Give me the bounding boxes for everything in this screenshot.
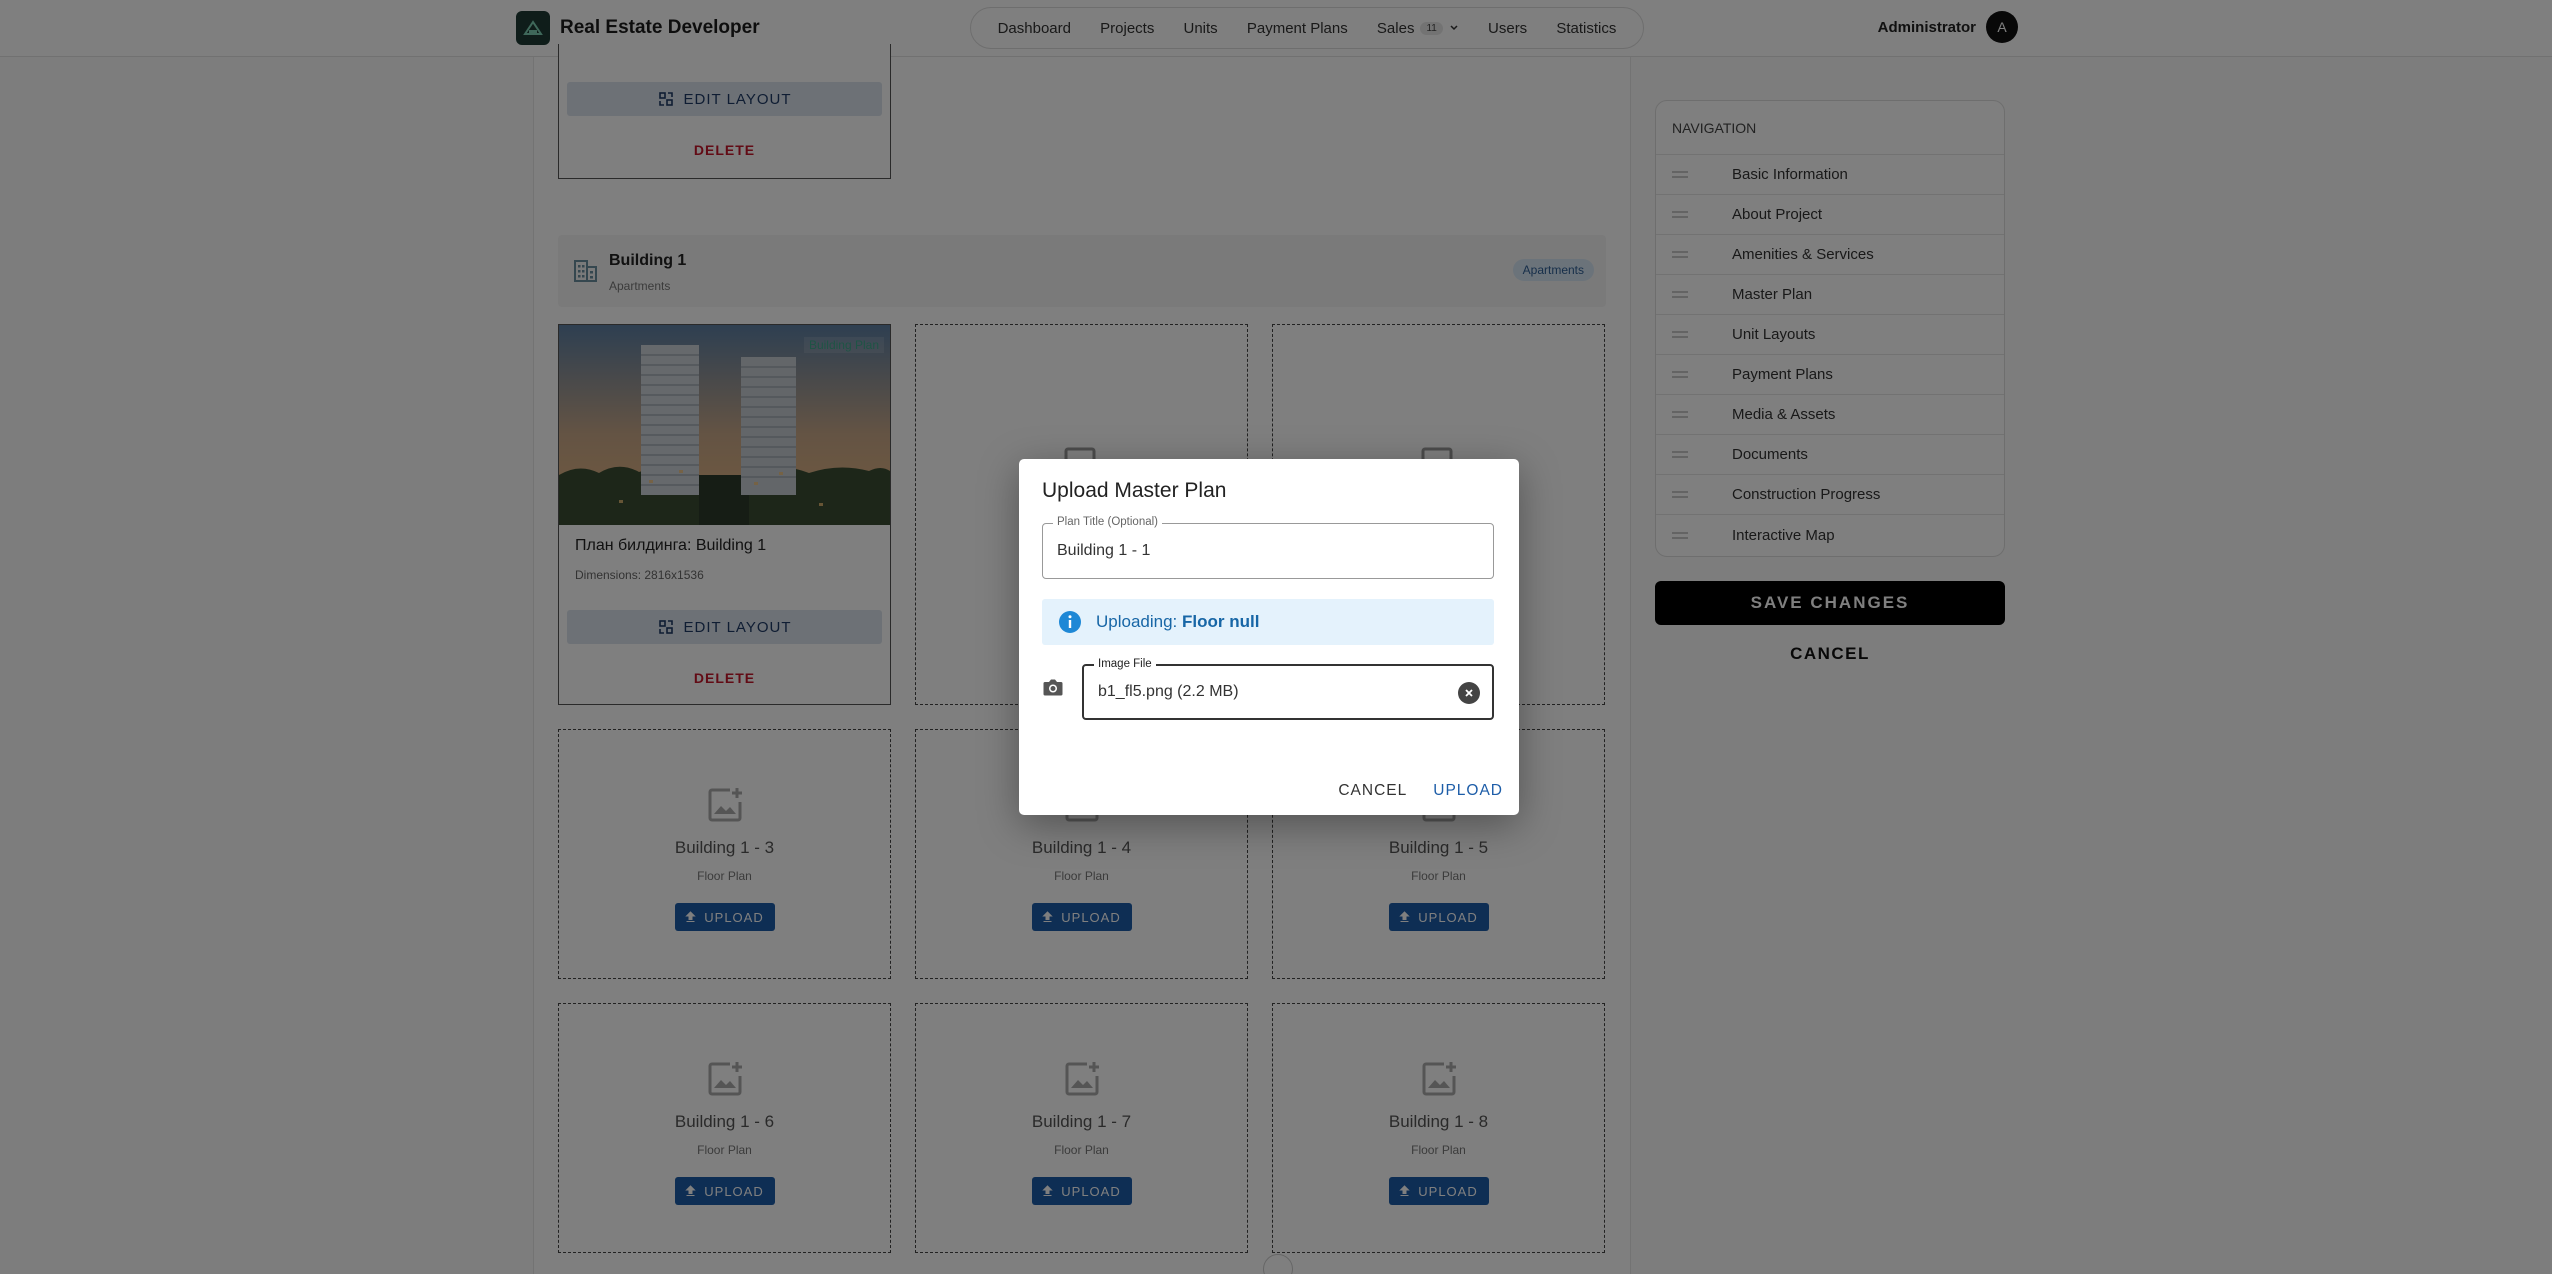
alert-value: Floor null <box>1182 612 1260 631</box>
image-file-field[interactable]: Image File b1_fl5.png (2.2 MB) <box>1082 658 1494 720</box>
upload-info-alert: Uploading: Floor null <box>1042 599 1494 645</box>
upload-master-plan-dialog: Upload Master Plan Plan Title (Optional)… <box>1019 459 1519 815</box>
dialog-title: Upload Master Plan <box>1042 479 1227 502</box>
dialog-cancel-button[interactable]: CANCEL <box>1338 782 1407 800</box>
plan-title-input[interactable]: Building 1 - 1 <box>1057 542 1150 560</box>
dialog-actions: CANCEL UPLOAD <box>1338 782 1503 800</box>
alert-prefix: Uploading: <box>1096 612 1178 631</box>
plan-title-field[interactable]: Plan Title (Optional) Building 1 - 1 <box>1042 516 1494 579</box>
image-file-label: Image File <box>1094 658 1156 670</box>
info-icon <box>1059 611 1081 633</box>
image-file-value: b1_fl5.png (2.2 MB) <box>1098 683 1239 700</box>
plan-title-label: Plan Title (Optional) <box>1053 516 1162 528</box>
alert-text: Uploading: Floor null <box>1096 612 1259 632</box>
dialog-upload-button[interactable]: UPLOAD <box>1433 782 1503 800</box>
camera-icon <box>1043 679 1063 696</box>
clear-file-icon[interactable] <box>1458 682 1480 704</box>
